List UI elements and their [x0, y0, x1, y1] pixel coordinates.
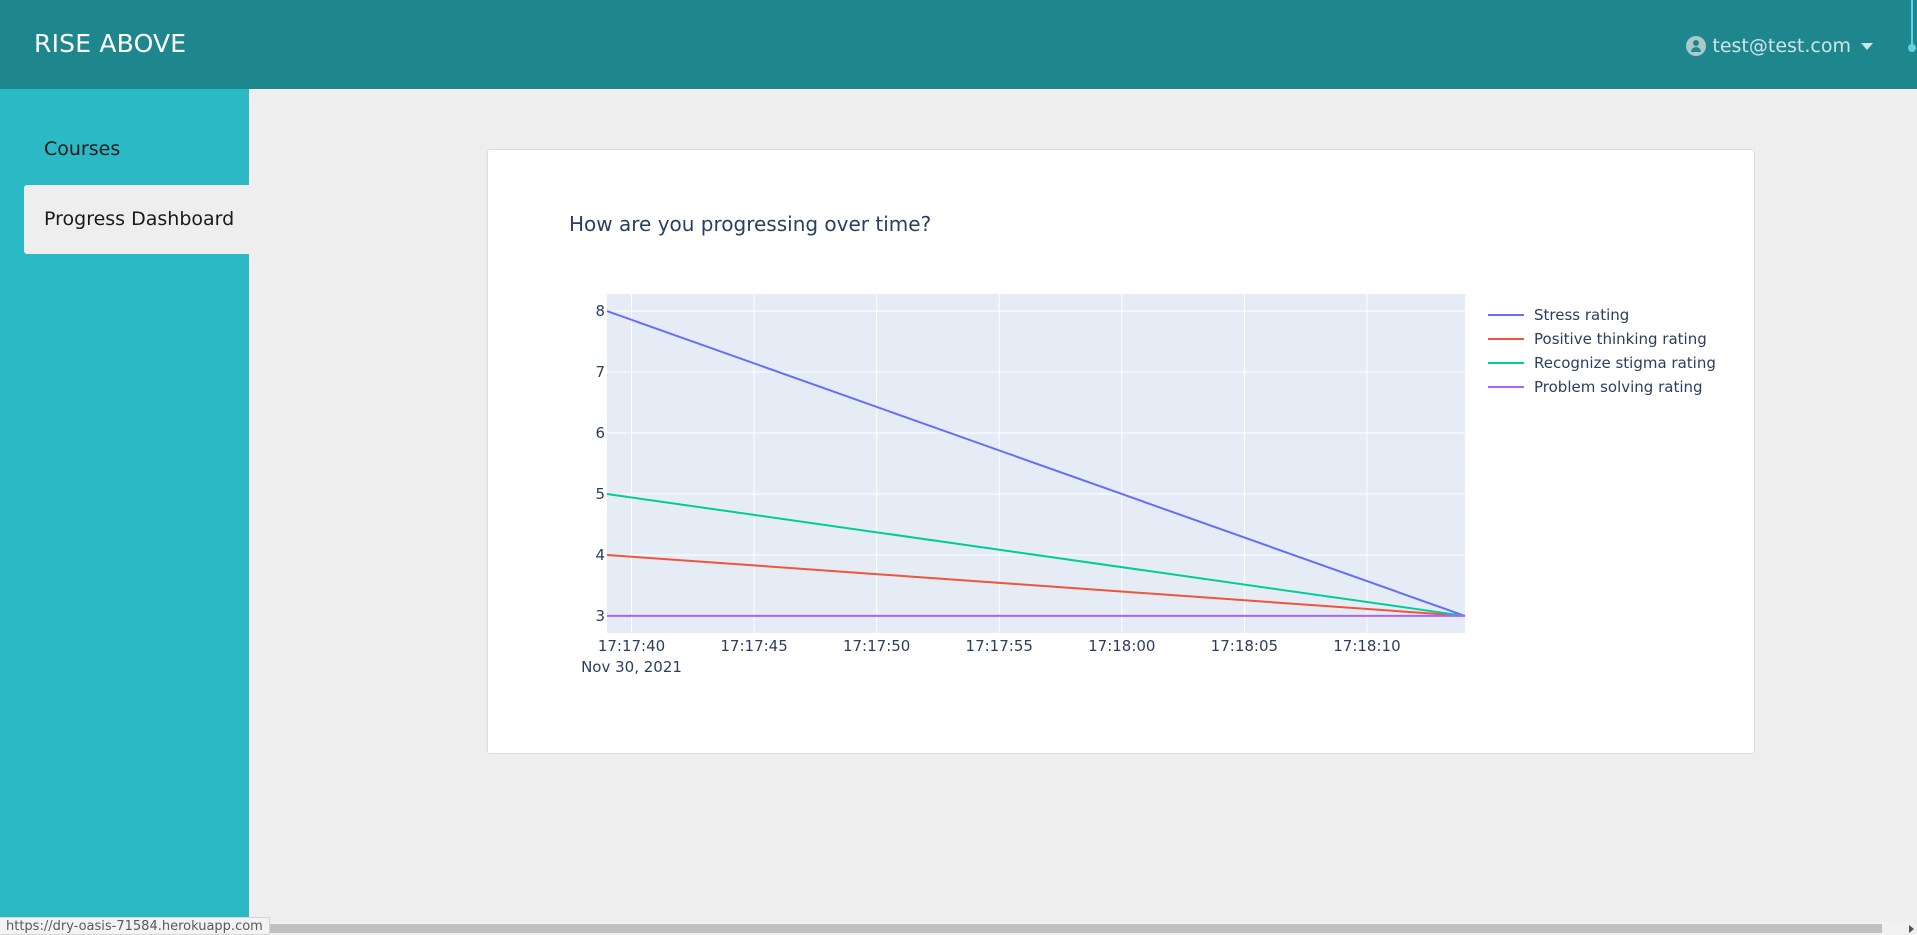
legend-swatch [1488, 338, 1524, 340]
scrollbar-thumb[interactable] [0, 924, 1882, 933]
chart-legend: Stress rating Positive thinking rating Rec… [1488, 303, 1716, 399]
legend-item[interactable]: Problem solving rating [1488, 375, 1716, 399]
legend-label: Problem solving rating [1534, 378, 1703, 396]
legend-item[interactable]: Stress rating [1488, 303, 1716, 327]
legend-label: Stress rating [1534, 306, 1630, 324]
legend-swatch [1488, 386, 1524, 388]
legend-item[interactable]: Recognize stigma rating [1488, 351, 1716, 375]
legend-label: Recognize stigma rating [1534, 354, 1716, 372]
legend-item[interactable]: Positive thinking rating [1488, 327, 1716, 351]
x-tick-label: 17:17:50 [843, 637, 910, 655]
y-tick-label: 6 [595, 424, 605, 442]
legend-swatch [1488, 314, 1524, 316]
horizontal-scrollbar[interactable] [0, 922, 1917, 935]
x-tick-label: 17:17:55 [966, 637, 1033, 655]
x-tick-label: 17:18:10 [1333, 637, 1400, 655]
line-chart: 17:17:40 17:17:45 17:17:50 17:17:55 17:18:00… [581, 294, 1466, 676]
y-tick-label: 4 [595, 546, 605, 564]
x-tick-label: 17:18:05 [1211, 637, 1278, 655]
x-tick-label: 17:18:00 [1088, 637, 1155, 655]
x-tick-label: 17:17:40 [598, 637, 665, 655]
y-tick-label: 5 [595, 485, 605, 503]
x-tick-date-label: Nov 30, 2021 [581, 658, 682, 676]
x-tick-label: 17:17:45 [720, 637, 787, 655]
status-bar-url: https://dry-oasis-71584.herokuapp.com [0, 917, 270, 935]
y-tick-label: 7 [595, 363, 605, 381]
y-tick-label: 3 [595, 607, 605, 625]
legend-swatch [1488, 362, 1524, 364]
legend-label: Positive thinking rating [1534, 330, 1707, 348]
scroll-right-icon[interactable] [1909, 925, 1914, 933]
y-tick-label: 8 [595, 302, 605, 320]
